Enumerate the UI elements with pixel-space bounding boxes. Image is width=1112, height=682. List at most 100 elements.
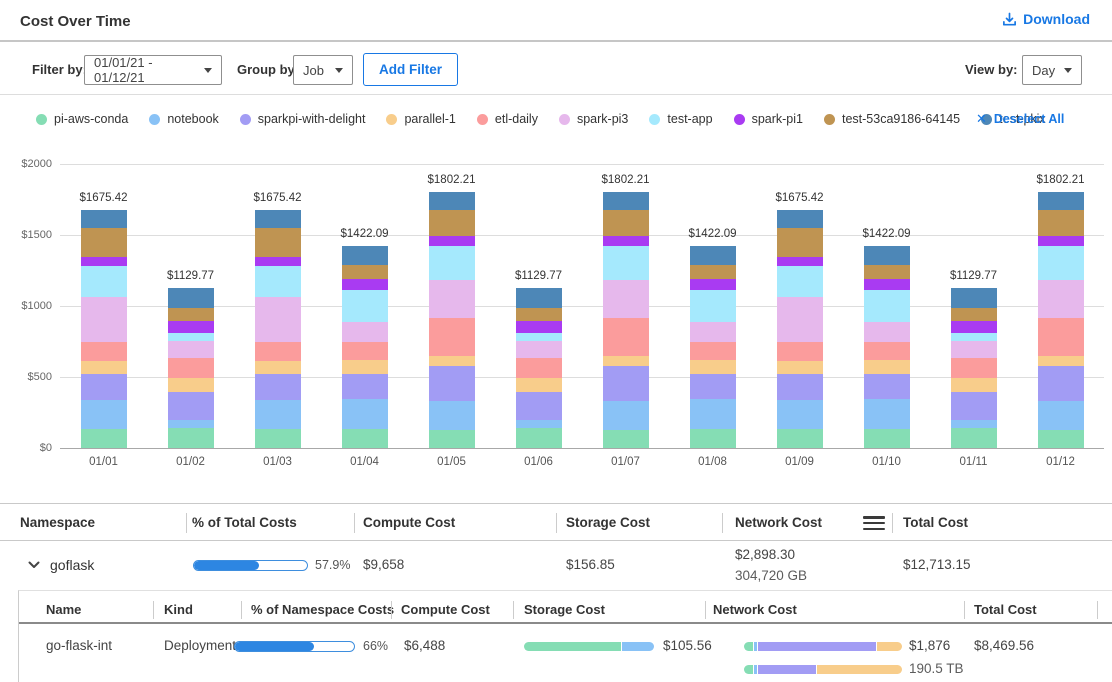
bar-segment-test-53ca9186-64145[interactable] — [1038, 210, 1084, 236]
bar-segment-etl-daily[interactable] — [81, 342, 127, 361]
bar-segment-notebook[interactable] — [516, 420, 562, 428]
bar-segment-spark-pi1[interactable] — [951, 321, 997, 333]
deselect-all-button[interactable]: ✕ Deselect All — [976, 95, 1064, 143]
bar-segment-parallel-1[interactable] — [81, 361, 127, 375]
group-by-dropdown[interactable]: Job — [293, 55, 353, 85]
bar-segment-test-pkix[interactable] — [951, 288, 997, 308]
bar-01/01[interactable]: $1675.42 — [81, 210, 127, 448]
bar-segment-spark-pi3[interactable] — [516, 341, 562, 358]
bar-segment-parallel-1[interactable] — [168, 378, 214, 393]
chevron-down-icon[interactable] — [28, 561, 40, 569]
bar-segment-test-app[interactable] — [690, 290, 736, 322]
bar-segment-etl-daily[interactable] — [255, 342, 301, 361]
bar-segment-notebook[interactable] — [777, 400, 823, 429]
bar-segment-test-pkix[interactable] — [342, 246, 388, 265]
bar-segment-test-53ca9186-64145[interactable] — [864, 265, 910, 280]
bar-segment-notebook[interactable] — [1038, 401, 1084, 430]
bar-segment-sparkpi-with-delight[interactable] — [342, 374, 388, 400]
legend-item-spark-pi1[interactable]: spark-pi1 — [734, 112, 803, 126]
bar-segment-test-pkix[interactable] — [255, 210, 301, 228]
bar-segment-etl-daily[interactable] — [951, 358, 997, 378]
bar-segment-test-app[interactable] — [429, 246, 475, 280]
bar-01/08[interactable]: $1422.09 — [690, 246, 736, 448]
bar-segment-sparkpi-with-delight[interactable] — [951, 392, 997, 420]
bar-segment-test-app[interactable] — [516, 333, 562, 341]
bar-segment-spark-pi1[interactable] — [516, 321, 562, 333]
bar-segment-etl-daily[interactable] — [603, 318, 649, 356]
bar-segment-test-53ca9186-64145[interactable] — [81, 228, 127, 257]
bar-segment-sparkpi-with-delight[interactable] — [168, 392, 214, 420]
legend-item-sparkpi-with-delight[interactable]: sparkpi-with-delight — [240, 112, 366, 126]
bar-segment-pi-aws-conda[interactable] — [168, 428, 214, 448]
bar-segment-pi-aws-conda[interactable] — [516, 428, 562, 448]
legend-item-pi-aws-conda[interactable]: pi-aws-conda — [36, 112, 128, 126]
col-storage-cost[interactable]: Storage Cost — [566, 515, 650, 530]
bar-segment-sparkpi-with-delight[interactable] — [81, 374, 127, 400]
bar-segment-parallel-1[interactable] — [1038, 356, 1084, 366]
bar-segment-test-53ca9186-64145[interactable] — [951, 308, 997, 321]
bar-segment-spark-pi3[interactable] — [168, 341, 214, 358]
bar-segment-etl-daily[interactable] — [429, 318, 475, 356]
bar-segment-notebook[interactable] — [168, 420, 214, 428]
col-total-cost[interactable]: Total Cost — [903, 515, 968, 530]
bar-01/05[interactable]: $1802.21 — [429, 192, 475, 448]
bar-segment-test-53ca9186-64145[interactable] — [690, 265, 736, 280]
bar-segment-pi-aws-conda[interactable] — [690, 429, 736, 448]
legend-item-test-app[interactable]: test-app — [649, 112, 712, 126]
legend-item-parallel-1[interactable]: parallel-1 — [386, 112, 455, 126]
bar-segment-sparkpi-with-delight[interactable] — [603, 366, 649, 401]
bar-segment-parallel-1[interactable] — [864, 360, 910, 374]
bar-segment-parallel-1[interactable] — [690, 360, 736, 374]
bar-segment-test-53ca9186-64145[interactable] — [429, 210, 475, 236]
bar-segment-sparkpi-with-delight[interactable] — [864, 374, 910, 400]
bar-segment-pi-aws-conda[interactable] — [255, 429, 301, 448]
bar-segment-spark-pi3[interactable] — [342, 322, 388, 342]
bar-segment-spark-pi3[interactable] — [690, 322, 736, 342]
bar-segment-test-53ca9186-64145[interactable] — [777, 228, 823, 257]
bar-01/12[interactable]: $1802.21 — [1038, 192, 1084, 448]
bar-segment-parallel-1[interactable] — [603, 356, 649, 366]
bar-segment-notebook[interactable] — [81, 400, 127, 429]
bar-segment-parallel-1[interactable] — [777, 361, 823, 375]
bar-segment-pi-aws-conda[interactable] — [864, 429, 910, 448]
bar-segment-test-pkix[interactable] — [690, 246, 736, 265]
col-kind[interactable]: Kind — [164, 602, 193, 617]
bar-segment-test-app[interactable] — [1038, 246, 1084, 280]
bar-segment-sparkpi-with-delight[interactable] — [777, 374, 823, 400]
bar-segment-test-53ca9186-64145[interactable] — [342, 265, 388, 280]
col-total-cost[interactable]: Total Cost — [974, 602, 1037, 617]
legend-item-test-53ca9186-64145[interactable]: test-53ca9186-64145 — [824, 112, 960, 126]
bar-segment-test-pkix[interactable] — [81, 210, 127, 228]
bar-segment-etl-daily[interactable] — [342, 342, 388, 361]
col-network-cost[interactable]: Network Cost — [713, 602, 797, 617]
bar-segment-parallel-1[interactable] — [342, 360, 388, 374]
bar-segment-spark-pi3[interactable] — [81, 297, 127, 342]
bar-segment-test-pkix[interactable] — [1038, 192, 1084, 210]
bar-segment-test-app[interactable] — [951, 333, 997, 341]
bar-segment-pi-aws-conda[interactable] — [1038, 430, 1084, 448]
bar-segment-spark-pi3[interactable] — [777, 297, 823, 342]
bar-segment-notebook[interactable] — [429, 401, 475, 430]
bar-segment-test-app[interactable] — [81, 266, 127, 297]
bar-segment-spark-pi1[interactable] — [690, 279, 736, 289]
bar-segment-spark-pi3[interactable] — [951, 341, 997, 358]
bar-segment-test-53ca9186-64145[interactable] — [255, 228, 301, 257]
bar-segment-spark-pi3[interactable] — [1038, 280, 1084, 318]
bar-segment-sparkpi-with-delight[interactable] — [690, 374, 736, 400]
bar-segment-test-pkix[interactable] — [864, 246, 910, 265]
bar-segment-spark-pi1[interactable] — [777, 257, 823, 266]
bar-01/03[interactable]: $1675.42 — [255, 210, 301, 448]
bar-segment-spark-pi1[interactable] — [81, 257, 127, 266]
view-by-dropdown[interactable]: Day — [1022, 55, 1082, 85]
bar-segment-spark-pi3[interactable] — [255, 297, 301, 342]
bar-segment-test-app[interactable] — [342, 290, 388, 322]
bar-01/11[interactable]: $1129.77 — [951, 288, 997, 448]
bar-segment-test-53ca9186-64145[interactable] — [516, 308, 562, 321]
namespace-row-goflask[interactable]: goflask 57.9% $9,658 $156.85 $2,898.30 3… — [0, 541, 1112, 590]
bar-segment-spark-pi3[interactable] — [429, 280, 475, 318]
bar-01/02[interactable]: $1129.77 — [168, 288, 214, 448]
bar-segment-notebook[interactable] — [603, 401, 649, 430]
bar-segment-etl-daily[interactable] — [516, 358, 562, 378]
bar-segment-etl-daily[interactable] — [864, 342, 910, 361]
col-name[interactable]: Name — [46, 602, 81, 617]
